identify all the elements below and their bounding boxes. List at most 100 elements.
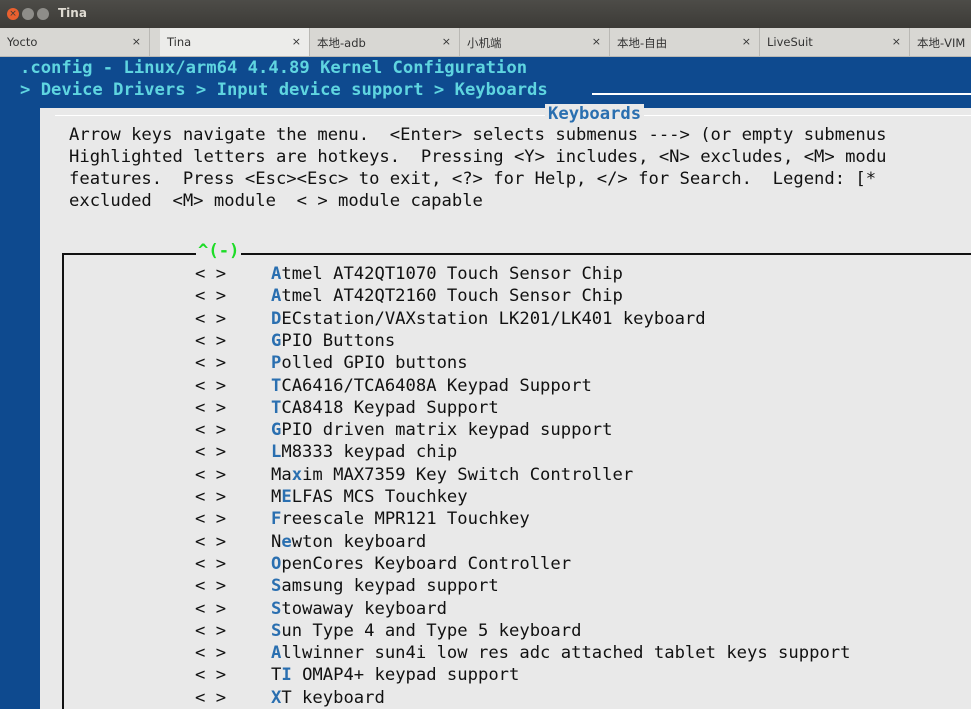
hotkey-letter: A — [271, 286, 282, 307]
menu-item-label: amsung keypad support — [281, 576, 499, 597]
module-state-mark[interactable]: < > — [195, 688, 271, 708]
module-state-mark[interactable]: < > — [195, 465, 271, 485]
module-state-mark[interactable]: < > — [195, 621, 271, 641]
menu-item[interactable]: < > MELFAS MCS Touchkey — [195, 487, 468, 509]
module-state-mark[interactable]: < > — [195, 353, 271, 373]
window-close-button[interactable]: × — [7, 8, 19, 20]
tab-label: 本地-自由 — [617, 36, 668, 50]
hotkey-letter: X — [271, 687, 282, 708]
tab-close-icon[interactable]: × — [132, 35, 141, 48]
menu-item[interactable]: < > TCA8418 Keypad Support — [195, 398, 499, 420]
tab-close-icon[interactable]: × — [892, 35, 901, 48]
menu-item[interactable]: < > TCA6416/TCA6408A Keypad Support — [195, 376, 592, 398]
tab-label: Yocto — [7, 35, 38, 49]
menu-item-label: reescale MPR121 Touchkey — [281, 509, 530, 530]
menu-item-label: PIO driven matrix keypad support — [281, 420, 613, 441]
module-state-mark[interactable]: < > — [195, 509, 271, 529]
module-state-mark[interactable]: < > — [195, 331, 271, 351]
menu-item[interactable]: < > Allwinner sun4i low res adc attached … — [195, 643, 851, 665]
tab-close-icon[interactable]: × — [442, 35, 451, 48]
menu-item-label-prefix: Ma — [271, 464, 292, 485]
menu-item[interactable]: < > Newton keyboard — [195, 532, 426, 554]
menu-item-label: wton keyboard — [291, 531, 427, 552]
module-state-mark[interactable]: < > — [195, 398, 271, 418]
tab-label: Tina — [167, 35, 192, 49]
hotkey-letter: G — [271, 330, 282, 351]
tab-label: LiveSuit — [767, 35, 813, 49]
module-state-mark[interactable]: < > — [195, 599, 271, 619]
module-state-mark[interactable]: < > — [195, 376, 271, 396]
tab-label: 本地-VIM — [917, 36, 966, 50]
menu-item-label: M8333 keypad chip — [281, 442, 458, 463]
module-state-mark[interactable]: < > — [195, 420, 271, 440]
menu-item-label: tmel AT42QT1070 Touch Sensor Chip — [281, 264, 623, 284]
menu-item[interactable]: < > Sun Type 4 and Type 5 keyboard — [195, 621, 581, 643]
module-state-mark[interactable]: < > — [195, 442, 271, 462]
menu-item[interactable]: < > GPIO Buttons — [195, 331, 395, 353]
tab-yocto[interactable]: Yocto × — [0, 28, 150, 56]
window-title: Tina — [58, 6, 87, 20]
menu-item[interactable]: < > DECstation/VAXstation LK201/LK401 key… — [195, 309, 706, 331]
hotkey-letter: G — [271, 420, 282, 441]
menu-item[interactable]: < > Atmel AT42QT1070 Touch Sensor Chip — [195, 264, 623, 286]
menu-item-label-prefix: M — [271, 487, 282, 507]
dialog-title-rule — [55, 115, 971, 116]
hotkey-letter: S — [271, 598, 282, 619]
menu-item-label-prefix: N — [271, 531, 282, 552]
config-header: .config - Linux/arm64 4.4.89 Kernel Conf… — [20, 58, 528, 78]
menu-item-label: tmel AT42QT2160 Touch Sensor Chip — [281, 286, 623, 307]
window-minimize-button[interactable] — [22, 8, 34, 20]
tab-close-icon[interactable]: × — [742, 35, 751, 48]
menu-item[interactable]: < > Polled GPIO buttons — [195, 353, 468, 375]
menu-item-label: ECstation/VAXstation LK201/LK401 keyboar… — [281, 308, 706, 329]
help-line: features. Press <Esc><Esc> to exit, <?> … — [69, 169, 877, 189]
hotkey-letter: S — [271, 576, 282, 597]
tab-label: 小机端 — [467, 36, 502, 50]
tab-livesuit[interactable]: LiveSuit × — [760, 28, 910, 56]
hotkey-letter: x — [291, 464, 303, 485]
menu-item[interactable]: < > LM8333 keypad chip — [195, 442, 457, 464]
breadcrumb: > Device Drivers > Input device support … — [20, 80, 548, 100]
hotkey-letter: F — [271, 509, 282, 530]
dialog-title: Keyboards — [545, 104, 645, 124]
module-state-mark[interactable]: < > — [195, 286, 271, 306]
window-maximize-button[interactable] — [37, 8, 49, 20]
tab-close-icon[interactable]: × — [592, 35, 601, 48]
menu-item[interactable]: < > Stowaway keyboard — [195, 599, 447, 621]
menu-item[interactable]: < > Maxim MAX7359 Key Switch Controller — [195, 465, 633, 487]
module-state-mark[interactable]: < > — [195, 309, 271, 329]
terminal-area[interactable]: .config - Linux/arm64 4.4.89 Kernel Conf… — [0, 57, 971, 709]
menu-item[interactable]: < > Freescale MPR121 Touchkey — [195, 509, 530, 531]
menu-item-label: CA6416/TCA6408A Keypad Support — [281, 375, 592, 396]
menu-item[interactable]: < > Samsung keypad support — [195, 576, 499, 598]
menu-item-label: LFAS MCS Touchkey — [291, 487, 468, 507]
menu-item-label: llwinner sun4i low res adc attached tabl… — [281, 643, 851, 664]
tab-local-adb[interactable]: 本地-adb × — [310, 28, 460, 56]
module-state-mark[interactable]: < > — [195, 554, 271, 574]
menu-item[interactable]: < > OpenCores Keyboard Controller — [195, 554, 571, 576]
menu-item-label: PIO Buttons — [281, 330, 396, 351]
menu-item-label: T keyboard — [281, 687, 385, 708]
hotkey-letter: A — [271, 264, 282, 284]
menu-item-label: un Type 4 and Type 5 keyboard — [281, 620, 582, 641]
close-icon: × — [9, 9, 17, 19]
module-state-mark[interactable]: < > — [195, 665, 271, 685]
module-state-mark[interactable]: < > — [195, 264, 271, 284]
hotkey-letter: A — [271, 643, 282, 664]
tab-close-icon[interactable]: × — [292, 35, 301, 48]
hotkey-letter: L — [271, 442, 282, 463]
tab-device-side[interactable]: 小机端 × — [460, 28, 610, 56]
menu-item[interactable]: < > GPIO driven matrix keypad support — [195, 420, 613, 442]
module-state-mark[interactable]: < > — [195, 643, 271, 663]
menu-item[interactable]: < > XT keyboard — [195, 688, 385, 709]
tab-local-vim[interactable]: 本地-VIM — [910, 28, 971, 56]
module-state-mark[interactable]: < > — [195, 576, 271, 596]
menu-item[interactable]: < > Atmel AT42QT2160 Touch Sensor Chip — [195, 286, 623, 308]
tab-local-free[interactable]: 本地-自由 × — [610, 28, 760, 56]
module-state-mark[interactable]: < > — [195, 532, 271, 552]
menu-item[interactable]: < > TI OMAP4+ keypad support — [195, 665, 519, 687]
hotkey-letter: T — [271, 375, 282, 396]
tab-tina[interactable]: Tina × — [160, 28, 310, 56]
module-state-mark[interactable]: < > — [195, 487, 271, 507]
menu-item-label-prefix: T — [271, 665, 282, 686]
